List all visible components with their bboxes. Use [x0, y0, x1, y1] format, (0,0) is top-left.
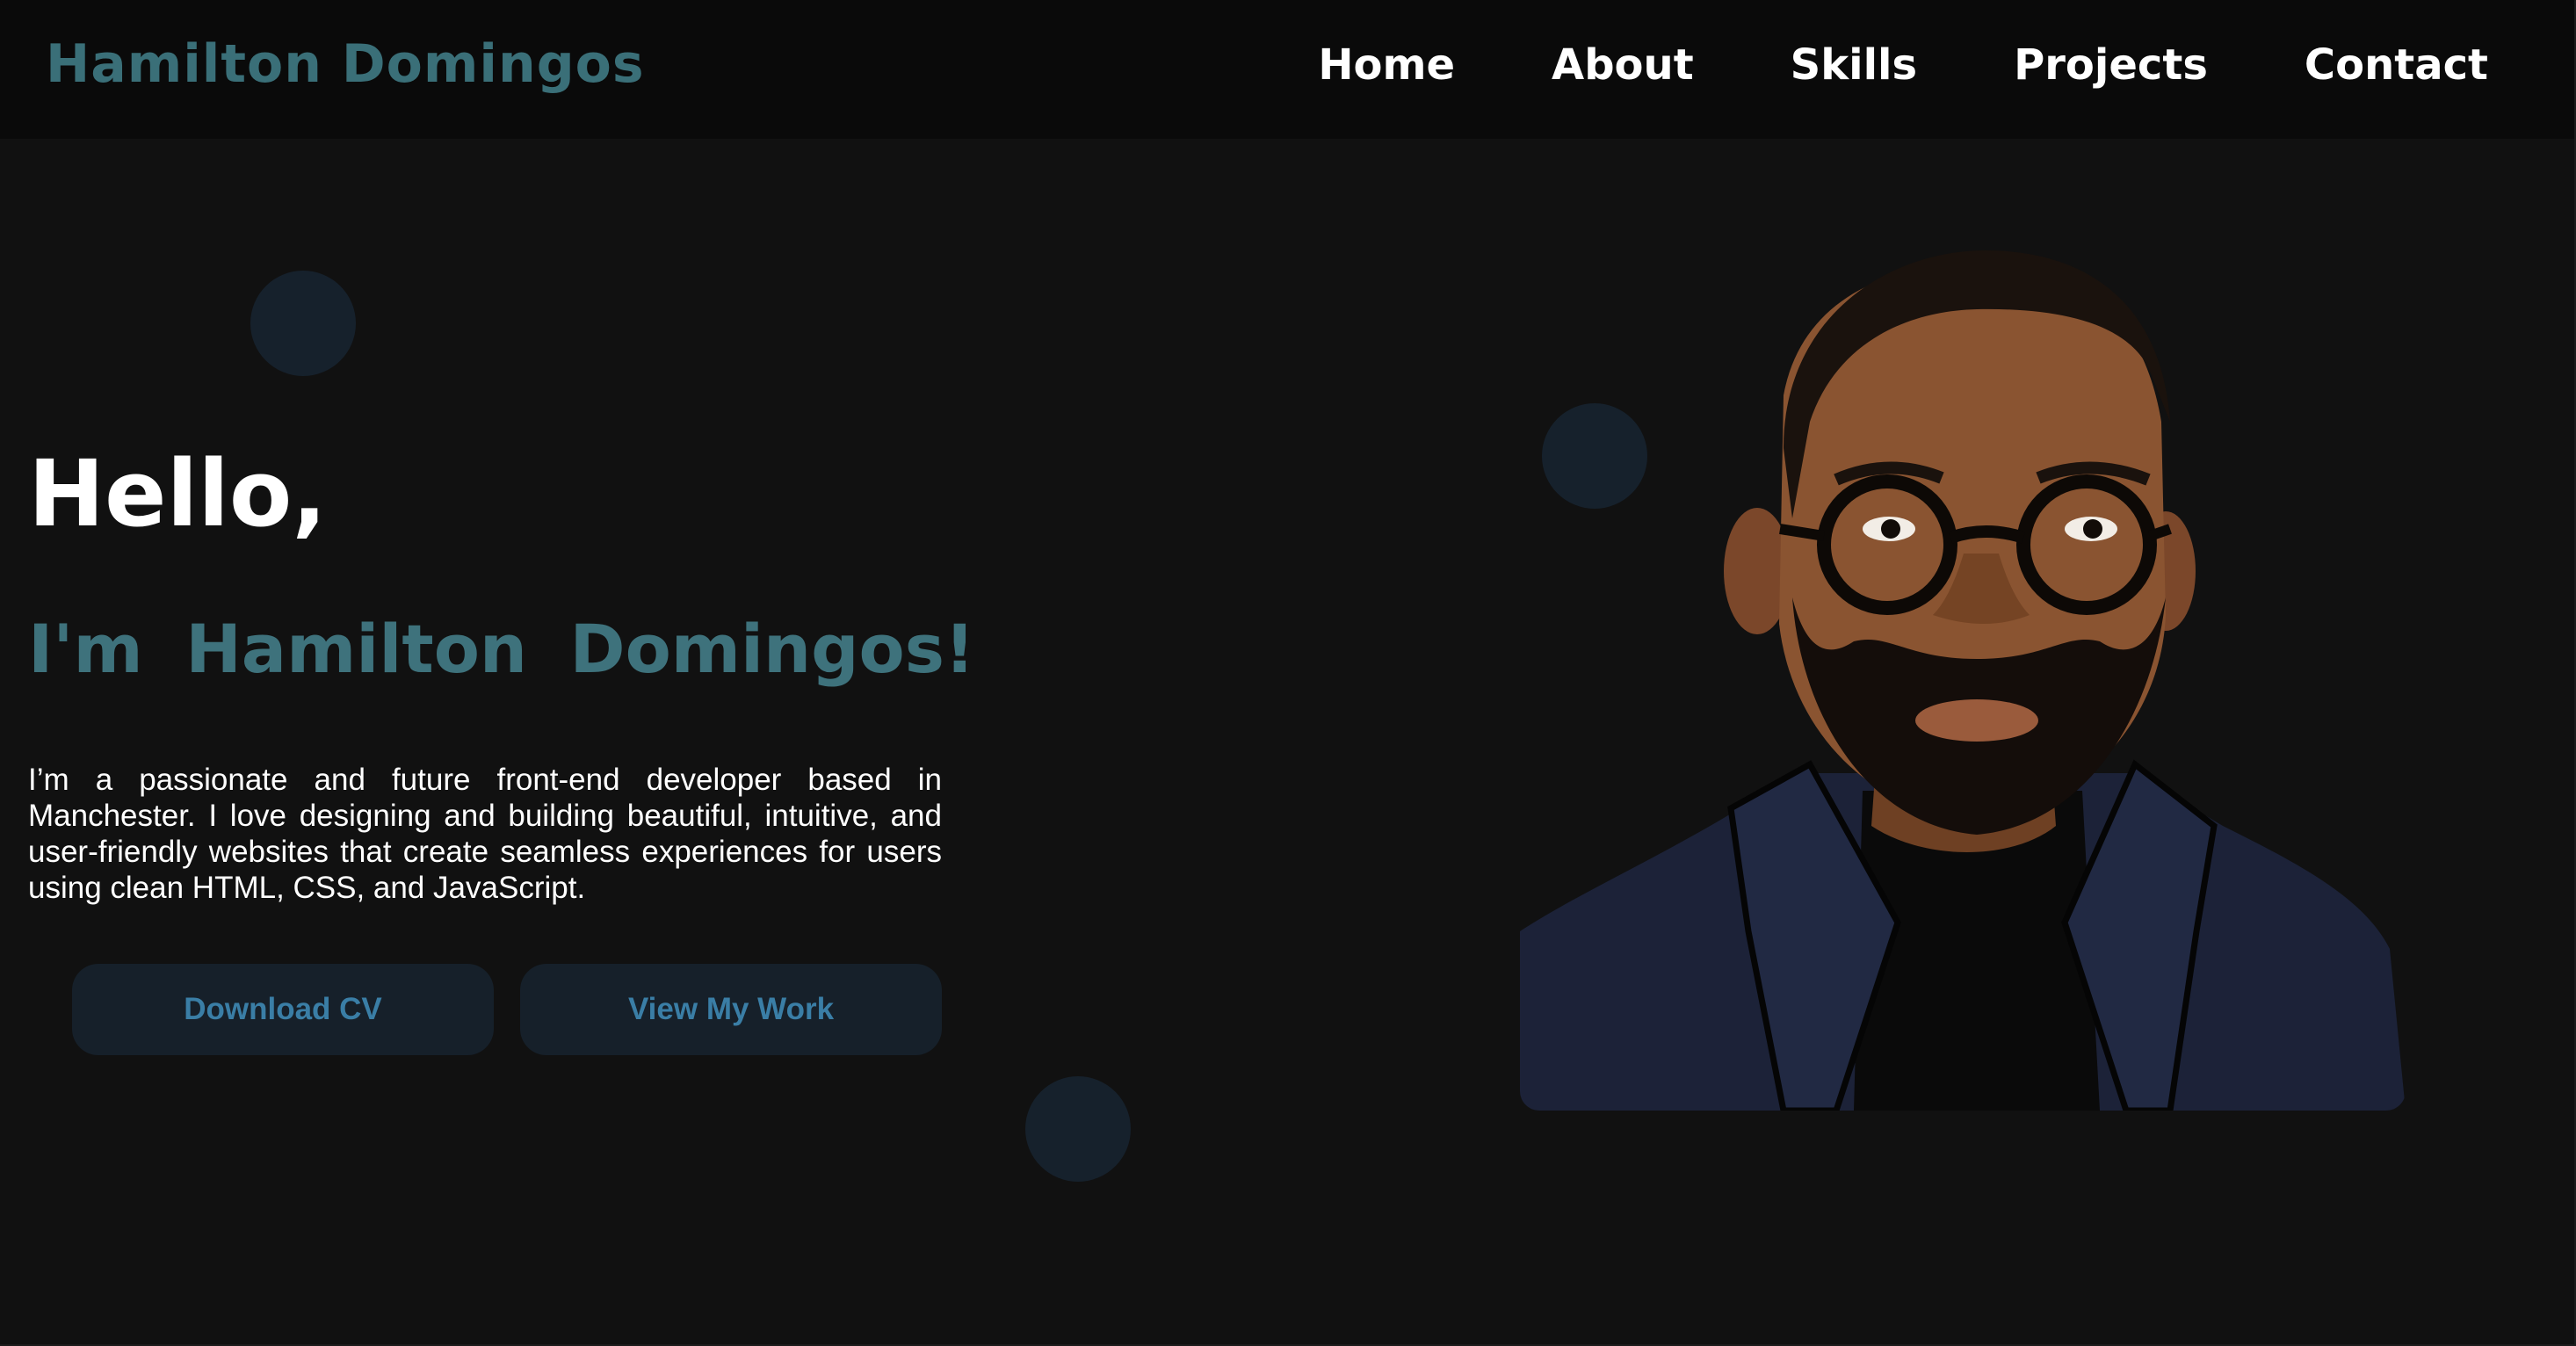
portrait-illustration	[1520, 246, 2406, 1111]
nav-contact[interactable]: Contact	[2305, 40, 2488, 90]
hero-section: Hello, I'm Hamilton Domingos! I’m a pass…	[28, 440, 975, 937]
nav-home[interactable]: Home	[1318, 40, 1455, 90]
hero-bio: I’m a passionate and future front-end de…	[28, 763, 942, 905]
hero-intro: I'm Hamilton Domingos!	[28, 610, 975, 688]
decor-circle	[1025, 1076, 1131, 1182]
navbar: Hamilton Domingos Home About Skills Proj…	[0, 0, 2574, 139]
hero-actions: Download CV View My Work	[72, 964, 942, 1055]
download-cv-button[interactable]: Download CV	[72, 964, 494, 1055]
nav-skills[interactable]: Skills	[1791, 40, 1917, 90]
hero-greeting: Hello,	[28, 440, 327, 547]
nav-menu: Home About Skills Projects Contact	[1318, 40, 2488, 90]
page: Hamilton Domingos Home About Skills Proj…	[0, 0, 2576, 1346]
nav-about[interactable]: About	[1552, 40, 1694, 90]
brand-logo[interactable]: Hamilton Domingos	[46, 33, 645, 95]
decor-circle	[250, 271, 356, 376]
avatar-image	[1520, 250, 2406, 1111]
view-my-work-button[interactable]: View My Work	[520, 964, 942, 1055]
nav-projects[interactable]: Projects	[2014, 40, 2208, 90]
